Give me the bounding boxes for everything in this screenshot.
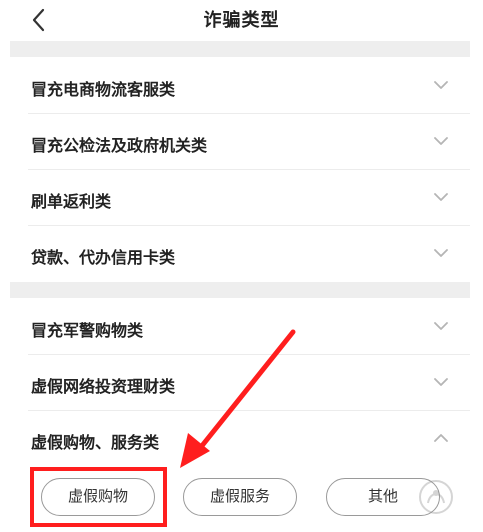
- subcategory-option[interactable]: 虚假服务: [183, 478, 297, 516]
- subcategory-option[interactable]: 虚假购物: [41, 478, 155, 516]
- section-separator: [10, 282, 470, 298]
- top-bar: 诈骗类型: [0, 0, 483, 40]
- chevron-down-icon: [434, 249, 448, 257]
- category-label: 冒充电商物流客服类: [31, 80, 176, 99]
- category-row[interactable]: 冒充军警购物类: [10, 299, 470, 355]
- category-row[interactable]: 贷款、代办信用卡类: [10, 226, 470, 282]
- chevron-down-icon: [434, 378, 448, 386]
- subcategory-option[interactable]: 其他: [326, 478, 440, 516]
- category-row[interactable]: 虚假网络投资理财类: [10, 355, 470, 411]
- page-title: 诈骗类型: [203, 10, 280, 31]
- chevron-down-icon: [434, 81, 448, 89]
- category-label: 冒充公检法及政府机关类: [31, 136, 208, 155]
- category-row[interactable]: 刷单返利类: [10, 170, 470, 226]
- chevron-down-icon: [434, 193, 448, 201]
- category-label: 冒充军警购物类: [31, 321, 144, 340]
- category-label: 贷款、代办信用卡类: [31, 248, 176, 267]
- category-label: 刷单返利类: [31, 192, 112, 211]
- category-row-expanded[interactable]: 虚假购物、服务类: [10, 411, 470, 467]
- chevron-up-icon: [434, 434, 448, 442]
- section-separator: [10, 41, 470, 57]
- fraud-type-page: 诈骗类型 冒充电商物流客服类 冒充公检法及政府机关类 刷单返利类 贷款、代办信用…: [0, 0, 483, 532]
- category-row[interactable]: 冒充公检法及政府机关类: [10, 114, 470, 170]
- category-label: 虚假网络投资理财类: [31, 377, 176, 396]
- category-label: 虚假购物、服务类: [31, 433, 160, 452]
- category-row[interactable]: 冒充电商物流客服类: [10, 58, 470, 114]
- chevron-down-icon: [434, 137, 448, 145]
- chevron-down-icon: [434, 322, 448, 330]
